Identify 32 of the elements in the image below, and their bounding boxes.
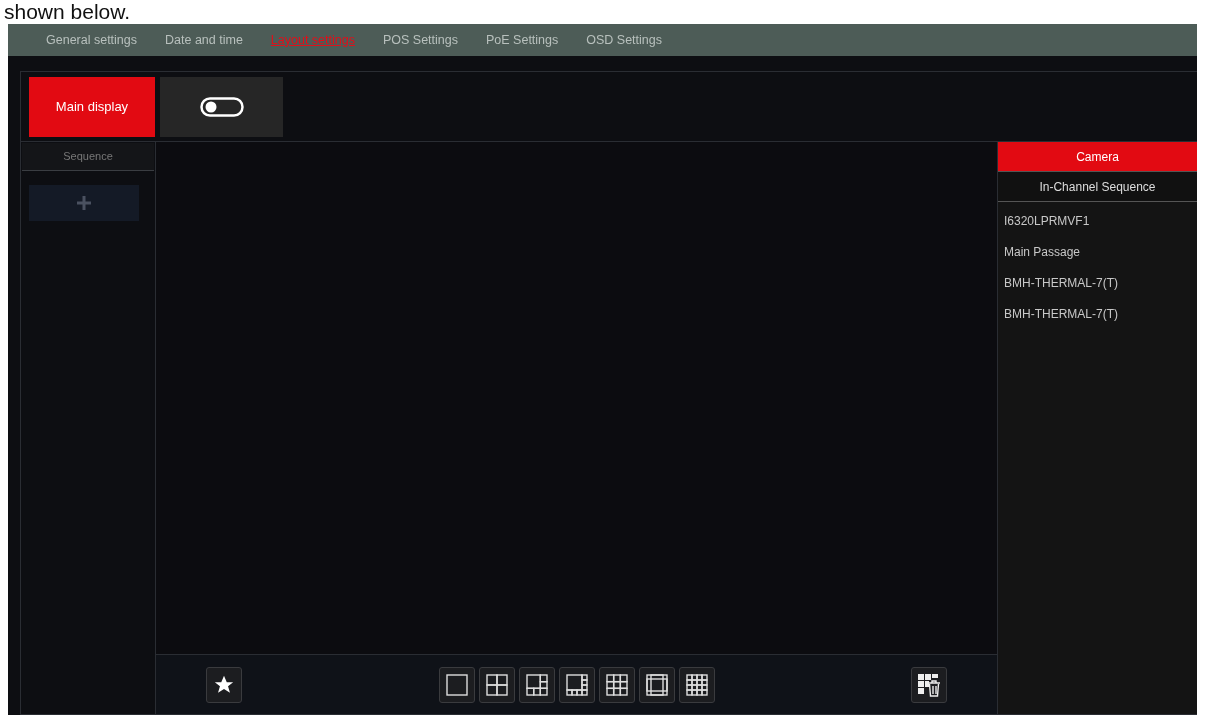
settings-tab[interactable]: POS Settings — [372, 30, 476, 50]
camera-item[interactable]: Main Passage — [998, 237, 1197, 268]
layout-grid-icon — [683, 671, 710, 698]
settings-tab[interactable]: General settings — [36, 30, 156, 50]
main-display-button[interactable]: Main display — [29, 76, 155, 137]
layout-grid-icon — [603, 671, 630, 698]
source-tab[interactable]: Camera — [998, 142, 1197, 172]
layout-button[interactable] — [438, 666, 475, 703]
caption-text: shown below. — [3, 0, 132, 24]
layout-button[interactable] — [478, 666, 515, 703]
camera-item[interactable]: I6320LPRMVF1 — [998, 206, 1197, 237]
toggle-switch[interactable] — [199, 96, 244, 117]
grid-trash-icon — [916, 671, 942, 698]
layout-grid-icon — [483, 671, 510, 698]
settings-tab[interactable]: Date and time — [155, 30, 261, 50]
favorite-button[interactable] — [206, 666, 242, 703]
camera-item[interactable]: BMH-THERMAL-7(T) — [998, 299, 1197, 330]
sequence-header: Sequence — [22, 143, 154, 171]
layout-button[interactable] — [598, 666, 635, 703]
layout-button[interactable] — [678, 666, 715, 703]
camera-item[interactable]: BMH-THERMAL-7(T) — [998, 268, 1197, 299]
layout-grid-icon — [523, 671, 550, 698]
settings-tab[interactable]: OSD Settings — [576, 30, 680, 50]
settings-tab[interactable]: PoE Settings — [476, 30, 577, 50]
layout-button[interactable] — [638, 666, 675, 703]
layout-button[interactable] — [518, 666, 555, 703]
layout-button[interactable] — [558, 666, 595, 703]
plus-icon — [77, 196, 91, 210]
layout-grid-icon — [643, 671, 670, 698]
clear-layout-button[interactable] — [911, 666, 947, 703]
layout-grid-icon — [563, 671, 590, 698]
layout-grid-icon — [443, 671, 470, 698]
